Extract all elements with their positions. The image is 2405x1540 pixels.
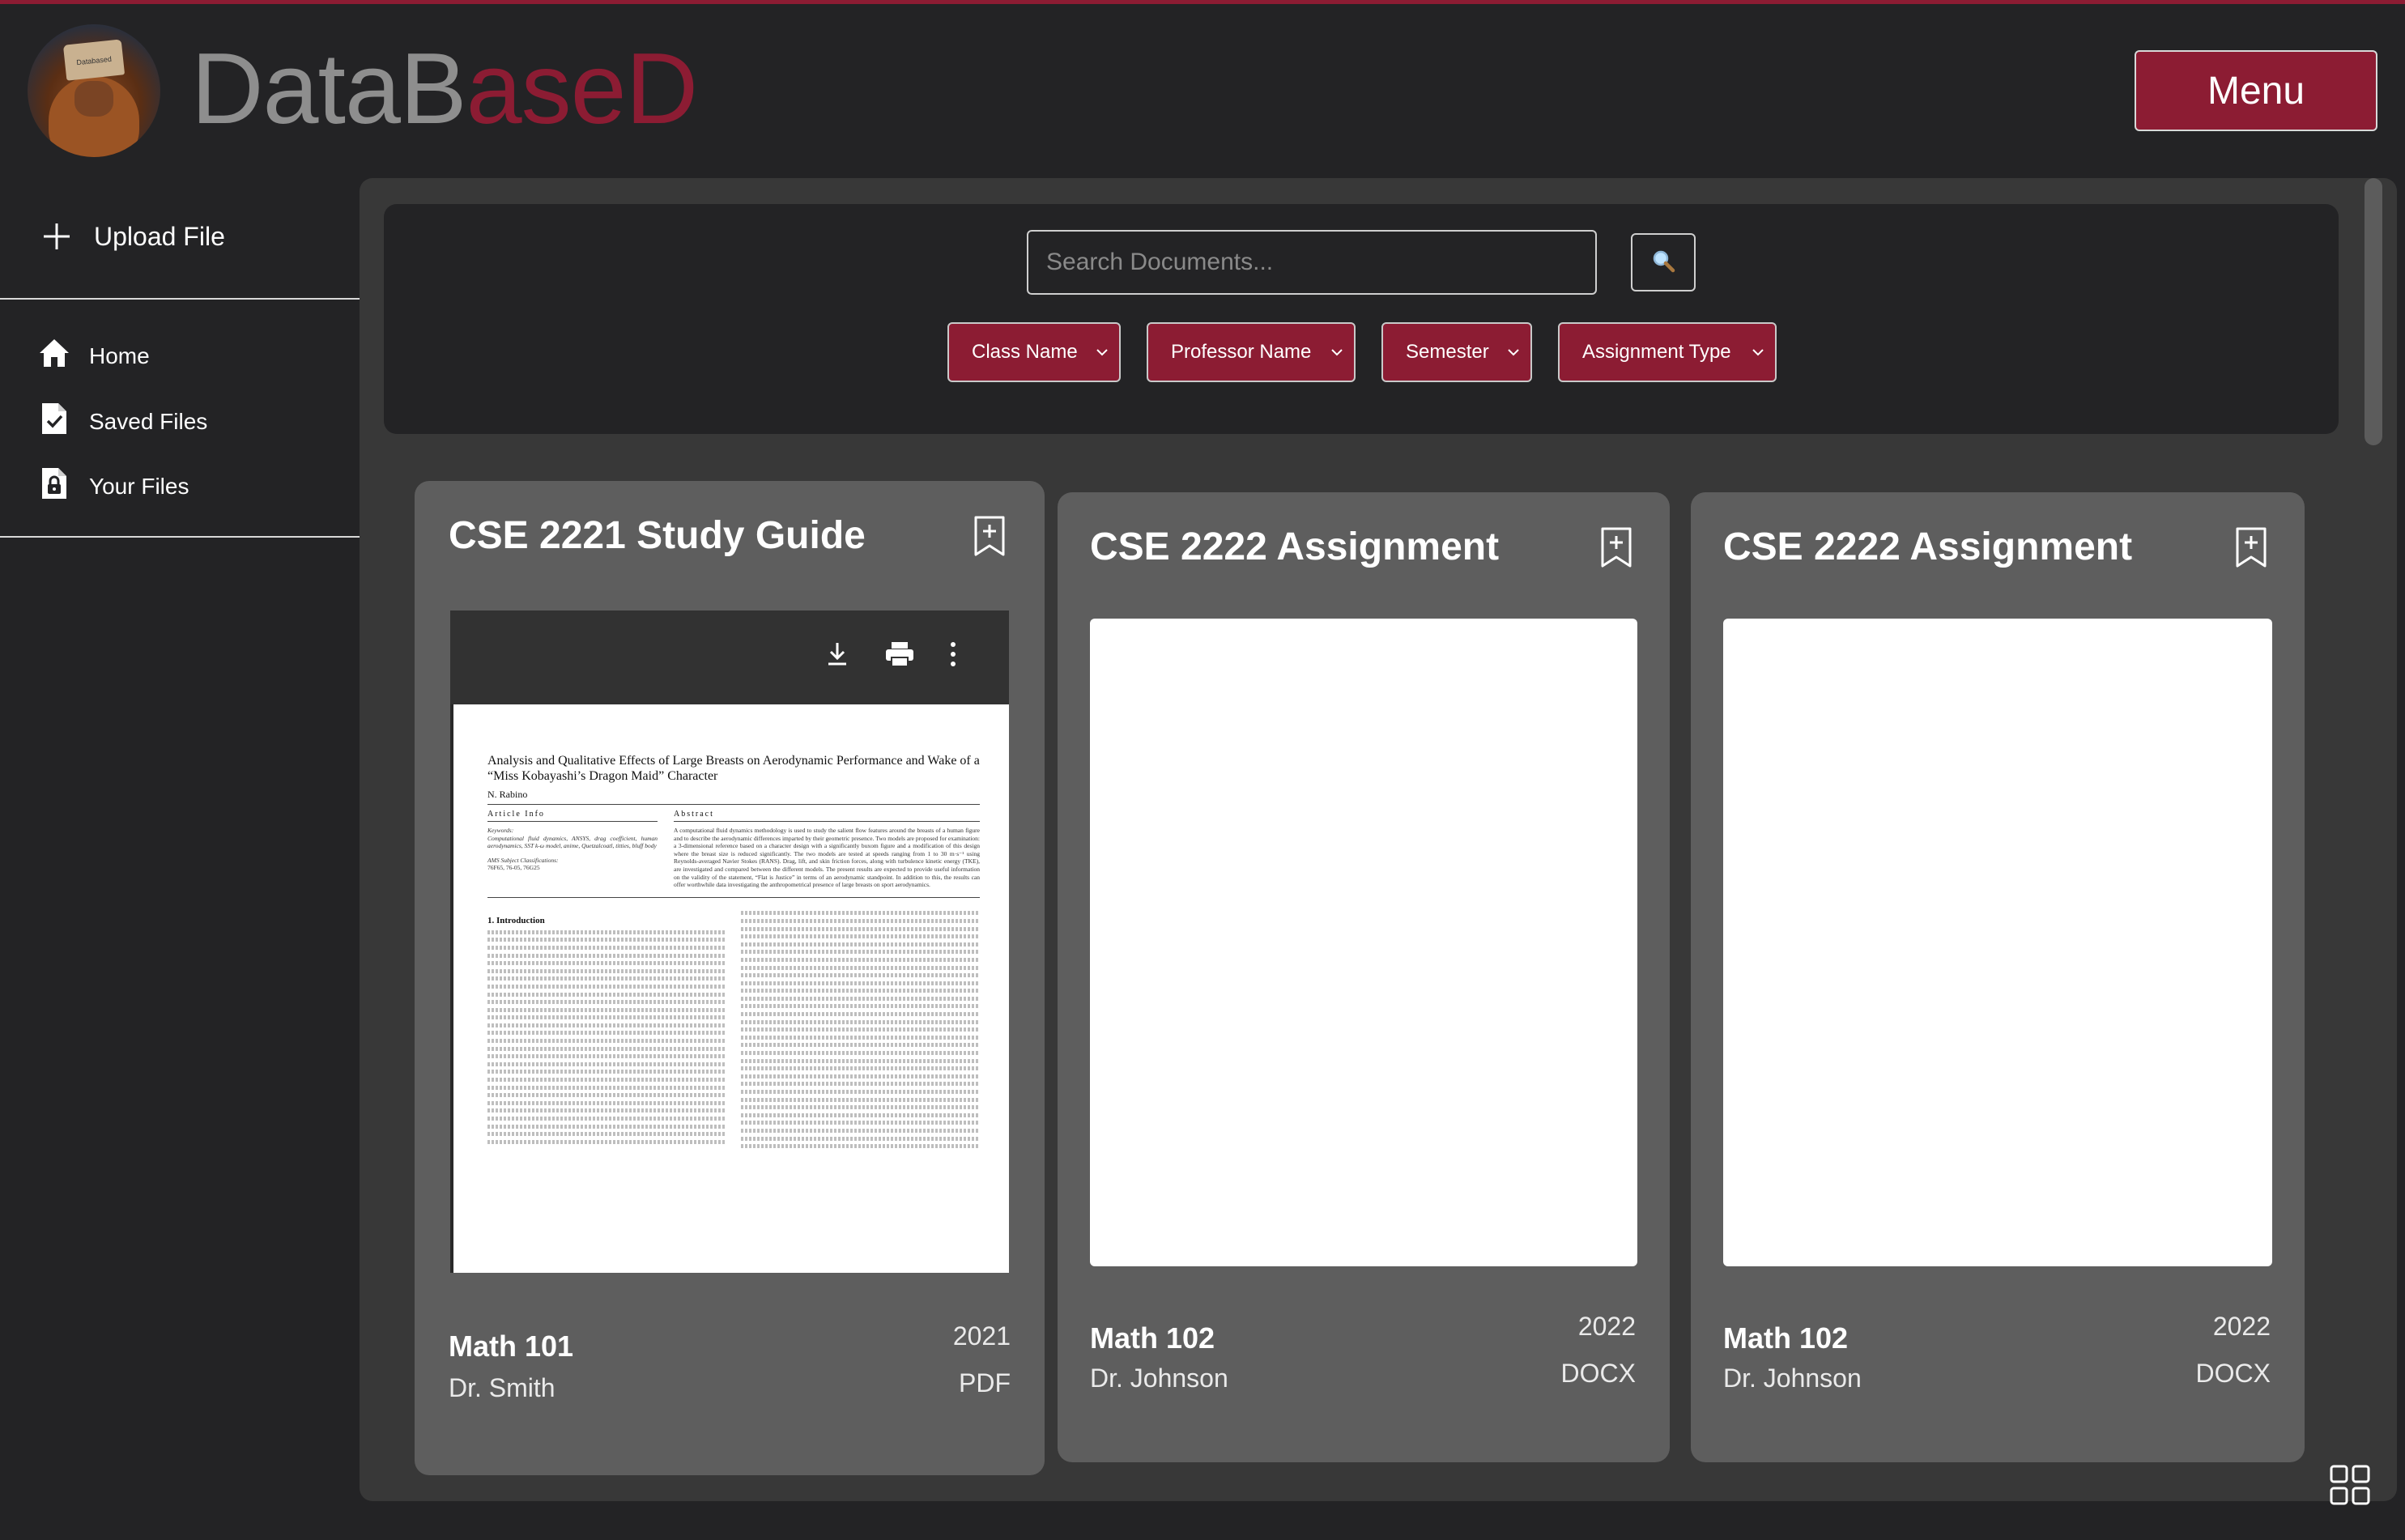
filter-label: Semester xyxy=(1406,341,1489,363)
bookmark-add-icon[interactable] xyxy=(973,515,1006,557)
card-title: CSE 2221 Study Guide xyxy=(449,514,866,557)
sidebar-item-label: Home xyxy=(89,342,150,368)
chevron-down-icon xyxy=(1752,349,1764,356)
card-class-name: Math 101 xyxy=(449,1329,574,1363)
pdf-toolbar xyxy=(450,610,1009,704)
avatar[interactable]: Databased xyxy=(28,24,160,157)
filter-class-name[interactable]: Class Name xyxy=(947,322,1121,382)
upload-file-label: Upload File xyxy=(94,221,225,251)
filter-label: Assignment Type xyxy=(1582,341,1731,363)
body-text-column-right xyxy=(741,903,980,1152)
plus-icon xyxy=(40,212,73,261)
card-year: 2022 xyxy=(1577,1312,1636,1341)
card-year: 2021 xyxy=(952,1321,1011,1351)
body-text-column-left xyxy=(487,930,726,1144)
avatar-hat: Databased xyxy=(62,39,126,81)
menu-button[interactable]: Menu xyxy=(2135,50,2377,131)
keywords-text: Computational fluid dynamics, ANSYS, dra… xyxy=(487,834,658,850)
filter-label: Class Name xyxy=(972,341,1078,363)
card-title: CSE 2222 Assignment xyxy=(1090,525,1500,568)
filter-assignment-type[interactable]: Assignment Type xyxy=(1558,322,1777,382)
brand-logo[interactable]: DataBaseD xyxy=(191,39,698,139)
search-input[interactable] xyxy=(1027,230,1597,295)
more-vertical-icon[interactable] xyxy=(947,640,959,669)
download-icon[interactable] xyxy=(824,640,850,669)
file-lock-icon xyxy=(37,466,71,506)
card-professor: Dr. Johnson xyxy=(1723,1363,1862,1393)
brand-logo-part2: aseD xyxy=(466,33,698,145)
card-file-type: DOCX xyxy=(2195,1359,2271,1388)
pdf-preview[interactable]: Analysis and Qualitative Effects of Larg… xyxy=(450,610,1009,1273)
search-button[interactable] xyxy=(1631,233,1696,291)
bookmark-add-icon[interactable] xyxy=(2235,526,2267,568)
sidebar-divider-top xyxy=(0,298,360,300)
ams-text: 76F65, 76-05, 76G25 xyxy=(487,864,540,872)
card-file-type: DOCX xyxy=(1560,1359,1636,1388)
file-check-icon xyxy=(37,402,71,441)
filter-professor-name[interactable]: Professor Name xyxy=(1147,322,1356,382)
grid-view-icon[interactable] xyxy=(2329,1464,2371,1506)
section-heading: 1. Introduction xyxy=(487,915,545,925)
card-professor: Dr. Johnson xyxy=(1090,1363,1228,1393)
card-professor: Dr. Smith xyxy=(449,1373,555,1402)
sidebar-item-home[interactable]: Home xyxy=(37,336,150,376)
card-class-name: Math 102 xyxy=(1723,1321,1849,1355)
chevron-down-icon xyxy=(1508,349,1519,356)
document-author: N. Rabino xyxy=(487,789,980,805)
sidebar-item-your-files[interactable]: Your Files xyxy=(37,466,189,506)
document-title: Analysis and Qualitative Effects of Larg… xyxy=(487,754,980,783)
document-preview[interactable] xyxy=(1723,619,2272,1266)
top-accent-line xyxy=(0,0,2405,4)
brand-logo-part1: DataB xyxy=(191,33,467,145)
card-file-type: PDF xyxy=(959,1368,1011,1397)
pdf-page: Analysis and Qualitative Effects of Larg… xyxy=(453,704,1009,1273)
section-rule xyxy=(487,896,980,898)
home-icon xyxy=(37,336,71,376)
sidebar-item-label: Saved Files xyxy=(89,408,208,434)
magnifier-icon xyxy=(1651,249,1675,277)
bookmark-add-icon[interactable] xyxy=(1600,526,1632,568)
avatar-face xyxy=(74,81,113,117)
sidebar-item-saved-files[interactable]: Saved Files xyxy=(37,402,207,441)
ams-label: AMS Subject Classifications: xyxy=(487,856,559,864)
sidebar-item-label: Your Files xyxy=(89,473,189,499)
abstract-text: A computational fluid dynamics methodolo… xyxy=(674,827,981,889)
filter-semester[interactable]: Semester xyxy=(1381,322,1532,382)
card-class-name: Math 102 xyxy=(1090,1321,1215,1355)
keywords-label: Keywords: xyxy=(487,827,514,834)
card-title: CSE 2222 Assignment xyxy=(1723,525,2133,568)
card-year: 2022 xyxy=(2212,1312,2271,1341)
document-preview[interactable] xyxy=(1090,619,1637,1266)
chevron-down-icon xyxy=(1096,349,1108,356)
scrollbar[interactable] xyxy=(2365,178,2382,445)
chevron-down-icon xyxy=(1331,349,1343,356)
print-icon[interactable] xyxy=(884,640,915,669)
article-info-label: Article Info xyxy=(487,810,658,822)
upload-file-button[interactable]: Upload File xyxy=(40,212,225,261)
filter-label: Professor Name xyxy=(1171,341,1312,363)
abstract-label: Abstract xyxy=(674,810,980,822)
sidebar-divider-bottom xyxy=(0,536,360,538)
avatar-hat-text: Databased xyxy=(75,54,113,67)
